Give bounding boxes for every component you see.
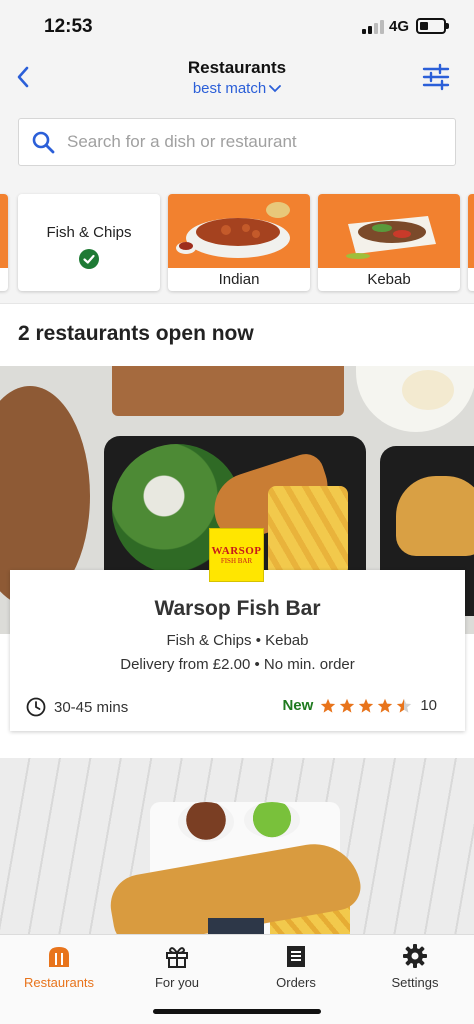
check-circle-icon	[79, 249, 99, 269]
category-card-kebab[interactable]: Kebab	[318, 194, 460, 291]
sort-dropdown[interactable]: best match	[192, 80, 282, 97]
receipt-icon	[287, 946, 305, 967]
curry-dish-image	[176, 202, 290, 258]
star-icon	[359, 698, 374, 713]
tab-for-you[interactable]: For you	[118, 941, 236, 997]
search-section	[0, 110, 474, 180]
header: Restaurants best match	[0, 50, 474, 110]
gift-icon	[166, 947, 188, 968]
chevron-down-icon	[269, 84, 282, 92]
page-title: Restaurants	[187, 58, 287, 77]
category-image	[168, 194, 310, 268]
category-label: Indian	[218, 271, 260, 288]
gear-icon	[403, 944, 427, 968]
status-time: 12:53	[44, 16, 93, 37]
new-badge: New	[282, 697, 314, 714]
clock-icon	[26, 697, 46, 717]
category-image	[318, 194, 460, 268]
star-rating	[320, 698, 412, 714]
star-icon	[340, 698, 355, 713]
filter-button[interactable]	[420, 62, 452, 92]
battery-icon	[416, 18, 449, 34]
tab-settings[interactable]: Settings	[356, 941, 474, 997]
tab-restaurants[interactable]: Restaurants	[0, 941, 118, 997]
tab-label: For you	[154, 975, 200, 990]
category-card-partial[interactable]	[0, 194, 8, 291]
signal-icon	[362, 20, 384, 34]
logo-subtext: FISH BAR	[220, 557, 253, 565]
category-card-indian[interactable]: Indian	[168, 194, 310, 291]
search-input[interactable]	[67, 132, 427, 152]
kebab-dish-image	[346, 216, 436, 259]
search-bar[interactable]	[18, 118, 456, 166]
star-icon	[321, 698, 336, 713]
category-image	[468, 194, 474, 268]
category-card-partial[interactable]	[468, 194, 474, 291]
status-bar: 12:53 4G	[0, 0, 474, 50]
home-indicator	[153, 1009, 321, 1014]
eta-label: 30-45 mins	[54, 698, 129, 716]
star-icon	[397, 698, 412, 713]
sliders-icon	[422, 63, 450, 91]
tab-label: Orders	[276, 975, 316, 990]
search-icon	[32, 131, 55, 154]
star-icon	[378, 698, 393, 713]
restaurant-cuisines: Fish & Chips • Kebab	[166, 632, 309, 649]
category-carousel[interactable]: Fish & Chips Indian Kebab	[0, 180, 474, 304]
restaurant-logo: WARSOP FISH BAR	[209, 528, 264, 582]
restaurant-name: Warsop Fish Bar	[154, 597, 321, 620]
results-heading: 2 restaurants open now	[18, 322, 254, 345]
sort-label: best match	[192, 80, 267, 97]
logo-text: WARSOP	[211, 545, 262, 557]
rating: New 10	[282, 697, 437, 714]
category-image	[0, 194, 8, 268]
tab-label: Settings	[391, 975, 439, 990]
restaurant-hero-image[interactable]	[0, 758, 474, 934]
delivery-info: Delivery from £2.00 • No min. order	[120, 656, 355, 673]
network-type: 4G	[389, 18, 410, 35]
category-label: Fish & Chips	[46, 224, 132, 241]
category-card-fish-chips[interactable]: Fish & Chips	[18, 194, 160, 291]
restaurant-card[interactable]: Warsop Fish Bar Fish & Chips • Kebab Del…	[10, 570, 465, 731]
review-count: 10	[420, 697, 437, 714]
battery-level	[420, 22, 428, 30]
tab-orders[interactable]: Orders	[237, 941, 355, 997]
delivery-time: 30-45 mins	[26, 697, 128, 717]
category-label: Kebab	[367, 271, 411, 288]
tab-label: Restaurants	[23, 975, 95, 990]
restaurant-icon	[49, 947, 69, 967]
